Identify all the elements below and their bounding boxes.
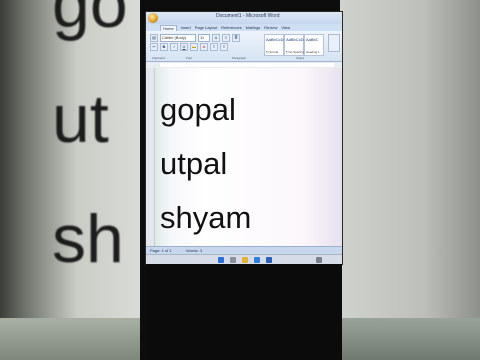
bg-taskbar-left	[0, 318, 140, 360]
change-styles-button[interactable]	[328, 34, 340, 52]
document-page[interactable]: gopal utpal shyam	[146, 68, 342, 246]
font-size-select[interactable]: 11	[198, 33, 210, 42]
document-line-1[interactable]: gopal	[160, 94, 236, 125]
status-page[interactable]: Page: 1 of 1	[150, 248, 172, 253]
style-normal-preview: AaBbCcDc	[266, 37, 286, 42]
style-no-spacing-preview: AaBbCcDc	[286, 37, 306, 42]
bullets-icon[interactable]: ≡	[222, 33, 230, 42]
ribbon-tabs: Home Insert Page Layout References Maili…	[146, 24, 342, 31]
group-label-styles: Styles	[296, 56, 305, 60]
tab-review[interactable]: Review	[264, 25, 277, 30]
background-right	[340, 0, 480, 360]
bg-taskbar-right	[340, 318, 480, 360]
folder-icon[interactable]	[242, 257, 248, 263]
ruler-text-area	[160, 63, 334, 67]
bg-word-bottom: sh	[52, 201, 124, 277]
font-name-select[interactable]: Calibri (Body)	[160, 33, 196, 42]
grow-font-icon[interactable]: A	[212, 33, 220, 42]
align-left-icon[interactable]: ≡	[210, 42, 218, 51]
tray-icon[interactable]	[316, 257, 322, 263]
bg-word-middle: ut	[52, 81, 109, 157]
tab-insert[interactable]: Insert	[181, 25, 191, 30]
highlight-icon[interactable]: ▬	[190, 42, 198, 51]
format-row: ✂ B I U ▬ A ≡ ≡	[150, 42, 228, 51]
italic-icon[interactable]: I	[170, 42, 178, 51]
style-heading-1-name: Heading 1	[306, 50, 320, 54]
tab-view[interactable]: View	[281, 25, 290, 30]
tab-references[interactable]: References	[221, 25, 241, 30]
underline-icon[interactable]: U	[180, 42, 188, 51]
tab-page-layout[interactable]: Page Layout	[195, 25, 217, 30]
style-heading-1[interactable]: AaBbC Heading 1	[304, 34, 324, 56]
style-no-spacing[interactable]: AaBbCcDc ¶ No Spacing	[284, 34, 306, 56]
bold-icon[interactable]: B	[160, 42, 168, 51]
group-label-font: Font	[186, 56, 193, 60]
document-line-3[interactable]: shyam	[160, 202, 251, 233]
taskbar	[146, 254, 342, 264]
style-heading-1-preview: AaBbC	[306, 37, 319, 42]
group-label-paragraph: Paragraph	[232, 56, 247, 60]
bg-word-top: go	[52, 0, 128, 42]
edge-icon[interactable]	[254, 257, 260, 263]
background-left: go ut sh	[0, 0, 140, 360]
title-bar: Document1 - Microsoft Word	[146, 12, 342, 24]
style-no-spacing-name: ¶ No Spacing	[286, 50, 304, 54]
style-normal-name: ¶ Normal	[266, 50, 279, 54]
status-words[interactable]: Words: 3	[186, 248, 202, 253]
ribbon: ▤ Calibri (Body) 11 A ≡ ≣ ✂ B I U ▬ A ≡ …	[146, 31, 342, 62]
paste-icon[interactable]: ▤	[150, 33, 158, 42]
office-button[interactable]	[148, 13, 158, 23]
document-line-2[interactable]: utpal	[160, 148, 227, 179]
word-window: Document1 - Microsoft Word Home Insert P…	[146, 12, 342, 264]
cut-icon[interactable]: ✂	[150, 42, 158, 51]
group-label-clipboard: Clipboard	[152, 56, 165, 60]
window-title: Document1 - Microsoft Word	[216, 13, 280, 19]
word-icon[interactable]	[266, 257, 272, 263]
search-icon[interactable]	[230, 257, 236, 263]
vertical-ruler[interactable]	[146, 68, 155, 246]
style-normal[interactable]: AaBbCcDc ¶ Normal	[264, 34, 286, 56]
align-center-icon[interactable]: ≡	[220, 42, 228, 51]
font-row: ▤ Calibri (Body) 11 A ≡ ≣	[150, 33, 240, 42]
start-icon[interactable]	[218, 257, 224, 263]
phone-bezel	[146, 264, 342, 360]
numbering-icon[interactable]: ≣	[232, 33, 240, 42]
font-color-icon[interactable]: A	[200, 42, 208, 51]
tab-mailings[interactable]: Mailings	[246, 25, 261, 30]
tab-home[interactable]: Home	[160, 24, 177, 31]
